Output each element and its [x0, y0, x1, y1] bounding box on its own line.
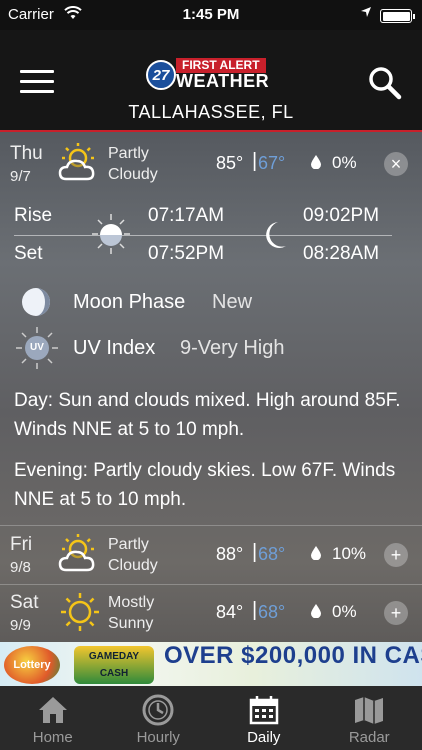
ad-banner[interactable]: Lottery GAMEDAY CASH OVER $200,000 IN CA… [0, 642, 422, 686]
tab-label: Hourly [136, 729, 180, 746]
temp-separator: | [252, 599, 258, 621]
day-forecast-text: Day: Sun and clouds mixed. High around 8… [14, 390, 401, 440]
uv-index-value: 9-Very High [180, 337, 285, 359]
expand-button[interactable]: + [384, 601, 408, 625]
clock-time: 1:45 PM [182, 6, 240, 23]
sunrise-sunset-icon [92, 214, 130, 254]
high-temp: 84° [216, 602, 244, 622]
high-temp: 85° [216, 153, 244, 173]
condition-text: Partly Cloudy [108, 143, 158, 185]
day-date: 9/7 [10, 168, 31, 185]
station-logo: 27 FIRST ALERT WEATHER [146, 56, 278, 90]
set-label: Set [14, 243, 43, 264]
raindrop-icon [311, 155, 321, 169]
gameday-line-1: GAMEDAY [88, 651, 140, 662]
temp-separator: | [252, 150, 258, 172]
sun-icon [61, 593, 99, 631]
menu-bar [20, 80, 54, 83]
low-temp: 68° [258, 602, 286, 622]
condition-line-2: Cloudy [108, 557, 158, 574]
search-button[interactable] [368, 66, 402, 100]
search-icon [369, 67, 402, 100]
gameday-line-2: CASH [99, 668, 129, 679]
expand-button[interactable]: + [384, 543, 408, 567]
uv-icon-text: UV [30, 342, 44, 353]
precip-chance: 0% [332, 602, 357, 621]
menu-bar [20, 70, 54, 73]
moonset-time: 08:28AM [303, 243, 380, 264]
raindrop-icon [311, 604, 321, 618]
day-name: Thu [10, 143, 43, 164]
calendar-icon [249, 696, 278, 725]
moon-phase-label: Moon Phase [73, 291, 186, 313]
location-label: TALLAHASSEE, FL [128, 102, 294, 122]
day-row-sat[interactable]: Sat 9/9 Mostly Sunny 84° | 68° 0% + [0, 584, 422, 642]
menu-button[interactable] [20, 70, 54, 94]
high-temp: 88° [216, 544, 244, 564]
temp-separator: | [252, 541, 258, 563]
home-icon [38, 697, 67, 723]
app-header: 27 FIRST ALERT WEATHER TALLAHASSEE, FL [0, 30, 422, 132]
condition-line-2: Sunny [108, 615, 154, 632]
clock-icon [142, 694, 174, 726]
precip-chance: 0% [332, 153, 357, 172]
tab-bar: Home Hourly Daily Radar [0, 686, 422, 750]
moonrise-time: 09:02PM [303, 205, 380, 226]
battery-icon [380, 9, 415, 23]
raindrop-icon [311, 546, 321, 560]
condition-line-1: Partly [108, 145, 149, 162]
status-bar: Carrier 1:45 PM [0, 0, 422, 30]
logo-channel-number: 27 [146, 60, 176, 90]
condition-text: Mostly Sunny [108, 592, 154, 634]
tab-label: Radar [348, 729, 390, 746]
tab-label: Home [32, 729, 73, 746]
menu-bar [20, 90, 54, 93]
day-name: Fri [10, 534, 33, 555]
tab-home[interactable]: Home [0, 686, 106, 750]
gameday-cash-logo: GAMEDAY CASH [74, 646, 154, 684]
low-temp: 68° [258, 544, 286, 564]
moon-icon [266, 222, 286, 248]
low-temp: 67° [258, 153, 286, 173]
day-row-thu[interactable]: Thu 9/7 Partly Cloudy 85° | 67° 0% × [0, 135, 422, 193]
rise-label: Rise [14, 205, 53, 226]
evening-forecast-text: Evening: Partly cloudy skies. Low 67F. W… [14, 460, 396, 510]
partly-cloudy-icon [58, 143, 95, 181]
ad-headline: OVER $200,000 IN CASH PRIZES [164, 642, 422, 669]
precip-chance: 10% [332, 544, 367, 563]
moon-phase-icon [22, 288, 50, 316]
day-date: 9/8 [10, 559, 31, 576]
condition-line-2: Cloudy [108, 166, 158, 183]
condition-line-1: Mostly [108, 594, 155, 611]
sunset-time: 07:52PM [148, 243, 225, 264]
map-icon [355, 697, 384, 724]
tab-daily[interactable]: Daily [211, 686, 317, 750]
tab-hourly[interactable]: Hourly [106, 686, 212, 750]
horizon-line [14, 235, 392, 236]
sunrise-time: 07:17AM [148, 205, 225, 226]
tab-label: Daily [247, 729, 281, 746]
collapse-button[interactable]: × [384, 152, 408, 176]
partly-cloudy-icon [58, 534, 95, 572]
day-date: 9/9 [10, 617, 31, 634]
day-row-fri[interactable]: Fri 9/8 Partly Cloudy 88° | 68° 10% + [0, 526, 422, 584]
logo-weather: WEATHER [176, 71, 270, 91]
condition-line-1: Partly [108, 536, 149, 553]
lottery-logo: Lottery [4, 646, 60, 684]
day-name: Sat [10, 592, 39, 613]
moon-phase-value: New [212, 291, 253, 313]
location-arrow-icon [360, 6, 372, 21]
condition-text: Partly Cloudy [108, 534, 158, 576]
tab-radar[interactable]: Radar [317, 686, 422, 750]
uv-index-label: UV Index [73, 337, 156, 359]
